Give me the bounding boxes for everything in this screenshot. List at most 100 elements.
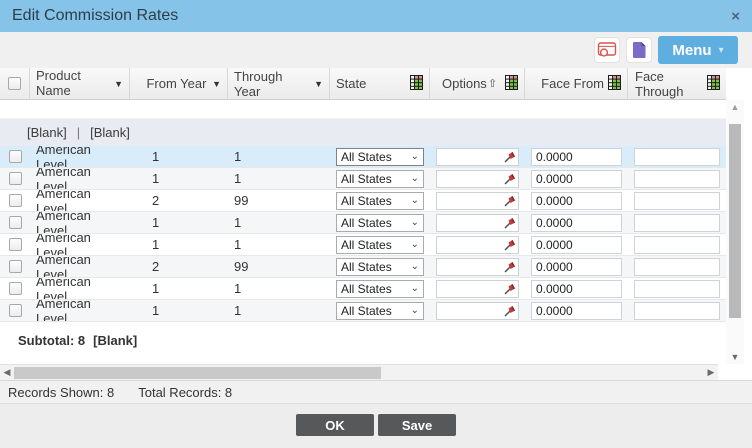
state-select-value: All States xyxy=(341,260,392,274)
group-header-row[interactable]: [Blank] | [Blank] xyxy=(0,118,726,146)
face-through-input[interactable] xyxy=(634,170,720,188)
row-checkbox[interactable] xyxy=(9,304,22,317)
face-through-input[interactable] xyxy=(634,280,720,298)
horizontal-scroll-thumb[interactable] xyxy=(14,367,381,379)
state-select[interactable]: All States ⌄ xyxy=(336,148,424,166)
through-year-value: 1 xyxy=(234,237,241,252)
ok-button[interactable]: OK xyxy=(296,414,374,436)
column-header-state[interactable]: State xyxy=(330,68,430,99)
column-label: From Year xyxy=(146,76,206,91)
face-from-input[interactable]: 0.0000 xyxy=(531,192,622,210)
filter-icon[interactable]: ▼ xyxy=(114,79,123,89)
chevron-down-icon: ⌄ xyxy=(411,243,419,247)
scroll-up-icon[interactable]: ▲ xyxy=(731,100,740,114)
state-select[interactable]: All States ⌄ xyxy=(336,302,424,320)
group-separator: | xyxy=(77,125,80,140)
options-input[interactable] xyxy=(436,192,519,210)
face-through-input[interactable] xyxy=(634,258,720,276)
table-row: American Level 1 1 All States ⌄ 0.0000 xyxy=(0,146,726,168)
row-checkbox[interactable] xyxy=(9,282,22,295)
product-name-value: American Level xyxy=(36,146,124,167)
scrollbar-corner xyxy=(718,364,744,380)
from-year-value: 1 xyxy=(152,281,159,296)
row-checkbox[interactable] xyxy=(9,194,22,207)
save-button[interactable]: Save xyxy=(378,414,456,436)
menu-button[interactable]: Menu ▾ xyxy=(658,36,738,64)
table-row: American Level 1 1 All States ⌄ 0.0000 xyxy=(0,212,726,234)
state-select[interactable]: All States ⌄ xyxy=(336,236,424,254)
face-through-input[interactable] xyxy=(634,236,720,254)
options-input[interactable] xyxy=(436,236,519,254)
from-year-value: 1 xyxy=(152,237,159,252)
state-select[interactable]: All States ⌄ xyxy=(336,280,424,298)
product-name-value: American Level xyxy=(36,168,124,189)
options-input[interactable] xyxy=(436,258,519,276)
face-from-input[interactable]: 0.0000 xyxy=(531,236,622,254)
row-checkbox[interactable] xyxy=(9,260,22,273)
state-select-value: All States xyxy=(341,194,392,208)
grid-lookup-button[interactable] xyxy=(410,75,423,93)
column-header-options[interactable]: Options⇧ xyxy=(430,68,525,99)
column-header-face-through[interactable]: Face Through xyxy=(628,68,726,99)
column-label: State xyxy=(336,76,366,91)
state-select[interactable]: All States ⌄ xyxy=(336,170,424,188)
grid-lookup-button[interactable] xyxy=(608,75,621,93)
vertical-scrollbar[interactable]: ▲ ▼ xyxy=(726,100,744,364)
from-year-value: 2 xyxy=(152,259,159,274)
row-checkbox[interactable] xyxy=(9,216,22,229)
column-header-from-year[interactable]: From Year ▼ xyxy=(130,68,228,99)
filter-icon[interactable]: ▼ xyxy=(314,79,323,89)
product-name-value: American Level xyxy=(36,278,124,299)
document-button[interactable] xyxy=(626,37,652,63)
options-input[interactable] xyxy=(436,302,519,320)
column-label: Face From xyxy=(541,76,604,91)
grid-lookup-button[interactable] xyxy=(505,75,518,93)
subtotal-row: Subtotal: 8 [Blank] xyxy=(0,322,726,358)
close-icon[interactable]: × xyxy=(731,9,740,24)
table-row: American Level 2 99 All States ⌄ 0.0000 xyxy=(0,190,726,212)
product-name-value: American Level xyxy=(36,256,124,277)
footer: OK Save xyxy=(0,404,752,448)
options-input[interactable] xyxy=(436,170,519,188)
state-select[interactable]: All States ⌄ xyxy=(336,214,424,232)
filter-icon[interactable]: ▼ xyxy=(212,79,221,89)
face-from-input[interactable]: 0.0000 xyxy=(531,302,622,320)
face-from-input[interactable]: 0.0000 xyxy=(531,258,622,276)
state-select[interactable]: All States ⌄ xyxy=(336,192,424,210)
state-select-value: All States xyxy=(341,238,392,252)
select-all-checkbox[interactable] xyxy=(8,77,21,90)
vertical-scroll-thumb[interactable] xyxy=(729,124,741,318)
column-header-through-year[interactable]: Through Year ▼ xyxy=(228,68,330,99)
face-from-input[interactable]: 0.0000 xyxy=(531,170,622,188)
from-year-value: 1 xyxy=(152,149,159,164)
options-input[interactable] xyxy=(436,280,519,298)
options-input[interactable] xyxy=(436,148,519,166)
row-checkbox[interactable] xyxy=(9,150,22,163)
grid-lookup-button[interactable] xyxy=(707,75,720,93)
face-through-input[interactable] xyxy=(634,214,720,232)
status-bar: Records Shown: 8 Total Records: 8 xyxy=(0,380,752,404)
face-from-input[interactable]: 0.0000 xyxy=(531,214,622,232)
face-from-input[interactable]: 0.0000 xyxy=(531,148,622,166)
scroll-down-icon[interactable]: ▼ xyxy=(731,350,740,364)
column-header-face-from[interactable]: Face From xyxy=(525,68,628,99)
scroll-right-icon[interactable]: ▶ xyxy=(704,367,718,378)
record-button[interactable] xyxy=(594,37,620,63)
chevron-down-icon: ⌄ xyxy=(411,287,419,291)
document-icon xyxy=(632,41,647,59)
face-through-input[interactable] xyxy=(634,302,720,320)
face-through-input[interactable] xyxy=(634,148,720,166)
row-checkbox[interactable] xyxy=(9,238,22,251)
horizontal-scrollbar[interactable]: ◀ ▶ xyxy=(0,364,718,380)
face-from-input[interactable]: 0.0000 xyxy=(531,280,622,298)
records-shown-label: Records Shown: 8 xyxy=(8,385,114,400)
through-year-value: 1 xyxy=(234,281,241,296)
column-label: Product Name xyxy=(36,69,98,99)
pin-icon xyxy=(504,151,516,163)
column-header-product-name[interactable]: Product Name ▼ xyxy=(30,68,130,99)
row-checkbox[interactable] xyxy=(9,172,22,185)
state-select[interactable]: All States ⌄ xyxy=(336,258,424,276)
face-through-input[interactable] xyxy=(634,192,720,210)
options-input[interactable] xyxy=(436,214,519,232)
scroll-left-icon[interactable]: ◀ xyxy=(0,367,14,378)
